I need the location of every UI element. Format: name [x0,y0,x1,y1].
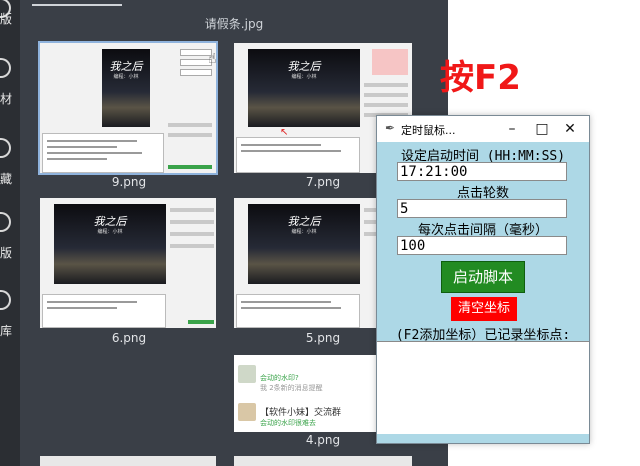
sidebar-ring-icon [0,212,11,232]
form-row [170,208,214,212]
text-line [241,150,341,152]
thumbnail-textarea [236,294,360,328]
chat-notice: 我 2条新的消息提醒 [260,384,323,392]
form-row [170,220,214,224]
sidebar-item[interactable]: 藏 [0,172,20,186]
text-line [47,301,137,303]
timer-click-window: ✒ 定时鼠标... – □ ✕ 设定启动时间 (HH:MM:SS) 17:21:… [376,115,590,444]
text-line [47,146,117,148]
progress-bar [168,165,212,169]
highlight-box [372,49,408,75]
feather-icon: ✒ [385,121,396,135]
f2-hint: 按F2 [440,58,521,98]
text-line [47,140,137,142]
interval-input[interactable]: 100 [397,236,567,255]
text-line [241,307,341,309]
poster-title: 我之后 [93,215,127,228]
form-row [168,123,212,127]
poster-subtitle: 编程：小林 [113,74,139,80]
coords-list[interactable] [377,341,589,434]
close-button[interactable]: ✕ [559,118,581,140]
clear-coords-button[interactable]: 清空坐标 [451,297,517,321]
text-line [47,307,117,309]
form-row [168,133,212,137]
text-line [241,144,321,146]
thumbnail[interactable]: 我之后 编程：小林 ↙ [40,198,216,328]
sidebar-ring-icon [0,138,11,158]
sidebar-ring-icon [0,58,11,78]
window-titlebar[interactable]: ✒ 定时鼠标... – □ ✕ [377,116,589,142]
thumbnail-poster: 我之后 编程：小林 [102,49,150,127]
sidebar-item[interactable]: 版 [0,246,20,260]
sidebar-ring-icon [0,290,11,310]
form-row [170,232,214,236]
thumbnail-partial [234,456,412,466]
form-row [364,83,408,87]
form-row [170,244,214,248]
chat-group-name: 【软件小妹】交流群 [260,408,342,418]
red-arrow-icon: ↖ [280,127,289,138]
rounds-input[interactable]: 5 [397,199,567,218]
window-title: 定时鼠标... [401,124,456,137]
text-line [47,152,142,154]
sidebar-item[interactable]: 库 [0,324,20,338]
poster-subtitle: 编程：小林 [97,229,123,235]
chat-message: 会动的水印? [260,374,299,382]
text-line [47,158,107,160]
start-time-input[interactable]: 17:21:00 [397,162,567,181]
avatar [238,365,256,383]
thumbnail-textarea [42,294,166,328]
avatar [238,403,256,421]
poster-subtitle: 编程：小林 [291,229,317,235]
sidebar-item[interactable]: 版 [0,12,20,26]
poster-title: 我之后 [287,60,321,73]
start-script-button[interactable]: 启动脚本 [441,261,525,293]
thumbnail-label: 9.png [111,175,147,189]
thumbnail-textarea [236,137,360,173]
thumbnail-poster: 我之后 编程：小林 [248,49,360,127]
sidebar: 版 材 藏 版 库 [0,0,20,466]
cursor-hand-icon: ☝ [208,51,216,67]
thumbnail-partial [40,456,216,466]
form-row [364,103,408,107]
maximize-button[interactable]: □ [531,118,553,140]
thumbnail-poster: 我之后 编程：小林 [248,204,360,284]
thumbnail-textarea [42,133,164,173]
thumbnail-label: 6.png [111,331,147,345]
text-line [241,301,331,303]
poster-title: 我之后 [287,215,321,228]
progress-bar [188,320,214,324]
sidebar-item[interactable]: 材 [0,92,20,106]
gallery-title: 请假条.jpg [204,17,264,31]
thumbnail-poster: 我之后 编程：小林 [54,204,166,284]
poster-subtitle: 编程：小林 [291,74,317,80]
chat-message: 会动的水印很难去 [260,419,316,427]
gallery-divider [32,4,122,6]
form-row [364,93,408,97]
minimize-button[interactable]: – [501,118,523,140]
poster-title: 我之后 [109,60,143,73]
thumbnail[interactable]: 我之后 编程：小林 ☝ [38,41,218,175]
form-field [180,69,212,76]
